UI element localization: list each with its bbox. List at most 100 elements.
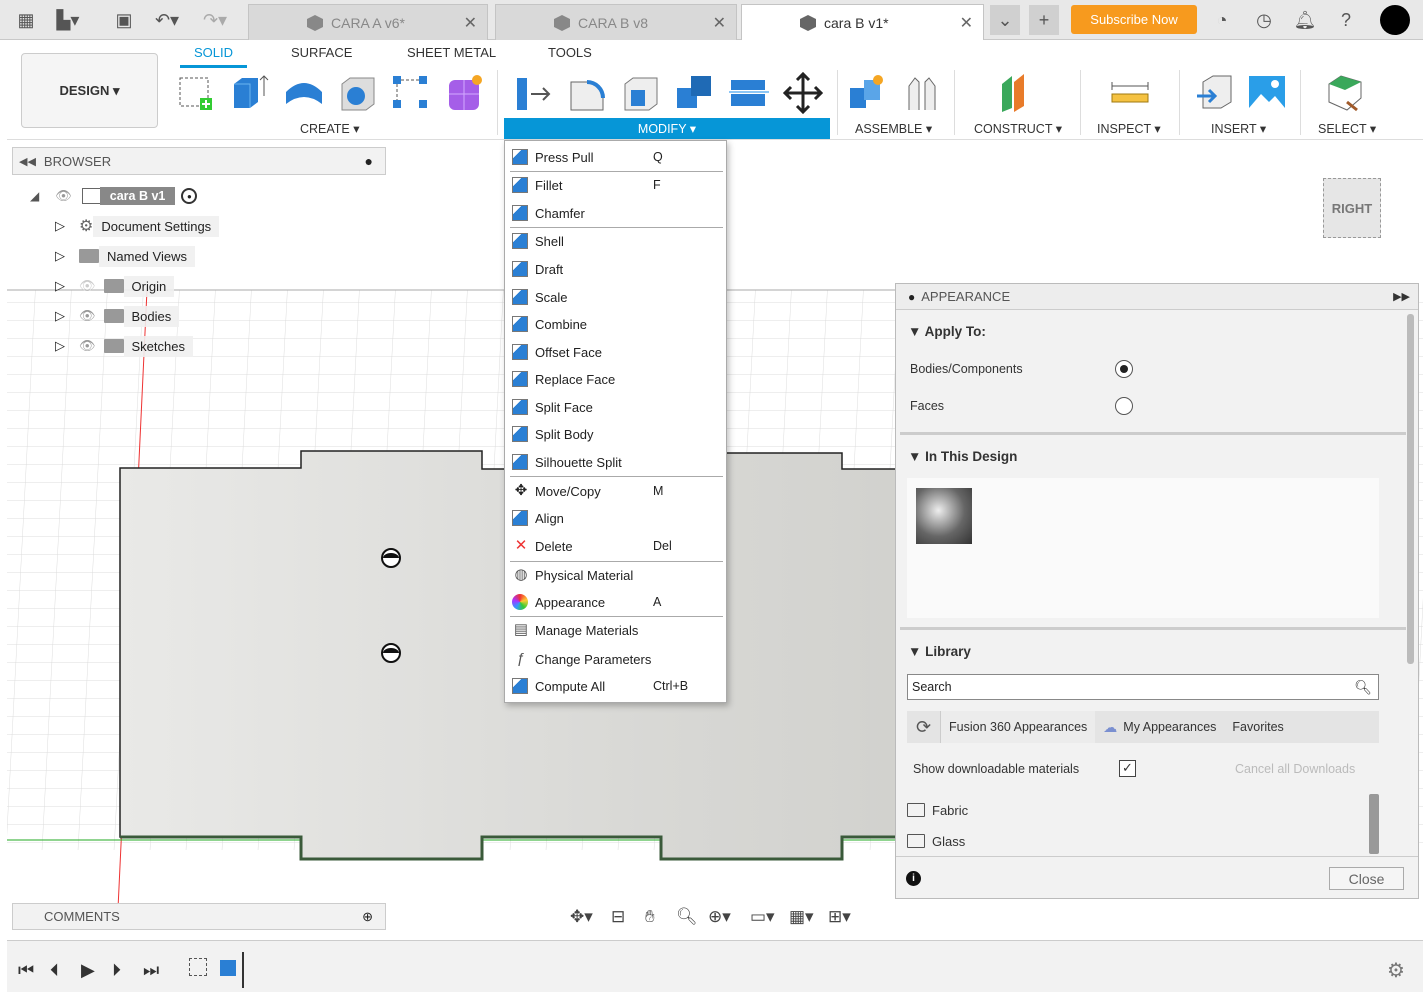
help-icon[interactable]: ? bbox=[1334, 8, 1358, 32]
app-grid-icon[interactable]: ▦ bbox=[14, 8, 38, 32]
menu-item-combine[interactable]: Combine bbox=[505, 311, 726, 337]
expand-triangle-icon[interactable]: ▷ bbox=[55, 248, 65, 264]
library-folder-glass[interactable]: Glass bbox=[932, 834, 965, 849]
viewports-icon[interactable]: ⊞▾ bbox=[828, 907, 851, 927]
press-pull-icon[interactable] bbox=[513, 72, 553, 114]
construct-menu[interactable]: CONSTRUCT ▾ bbox=[974, 121, 1062, 136]
revolve-icon[interactable] bbox=[284, 72, 324, 114]
combine-icon[interactable] bbox=[675, 72, 715, 114]
browser-header[interactable]: ◀◀ BROWSER ● bbox=[12, 147, 386, 175]
pin-icon[interactable]: ● bbox=[365, 153, 373, 169]
tab-fusion-appearances[interactable]: Fusion 360 Appearances bbox=[941, 711, 1096, 743]
panel-scrollbar[interactable] bbox=[1407, 314, 1414, 664]
expand-triangle-icon[interactable]: ▷ bbox=[55, 218, 65, 234]
modify-menu-button[interactable]: MODIFY ▾ bbox=[504, 118, 830, 139]
menu-item-split-face[interactable]: Split Face bbox=[505, 394, 726, 420]
menu-item-appearance[interactable]: Appearance A bbox=[505, 589, 726, 615]
menu-item-silhouette-split[interactable]: Silhouette Split bbox=[505, 449, 726, 475]
browser-item-sketches[interactable]: ▷ 👁︎ Sketches bbox=[55, 334, 193, 358]
browser-root[interactable]: ◢ 👁︎ cara B v1 ● bbox=[30, 184, 198, 208]
cancel-downloads-link[interactable]: Cancel all Downloads bbox=[1235, 762, 1355, 776]
pattern-icon[interactable] bbox=[391, 72, 431, 114]
inspect-menu[interactable]: INSPECT ▾ bbox=[1097, 121, 1161, 136]
info-icon[interactable]: i bbox=[906, 871, 921, 886]
design-workspace-button[interactable]: DESIGN ▾ bbox=[21, 53, 158, 128]
split-body-icon[interactable] bbox=[729, 72, 769, 114]
menu-item-align[interactable]: Align bbox=[505, 505, 726, 531]
library-scrollbar[interactable] bbox=[1369, 794, 1379, 854]
menu-item-shell[interactable]: Shell bbox=[505, 228, 726, 254]
extensions-icon[interactable]: ◔ bbox=[1210, 8, 1234, 32]
undo-icon[interactable]: ↶▾ bbox=[155, 8, 179, 32]
close-button[interactable]: Close bbox=[1329, 867, 1404, 890]
measure-icon[interactable] bbox=[1110, 72, 1150, 114]
menu-item-press-pull[interactable]: Press Pull Q bbox=[505, 144, 726, 170]
visibility-eye-icon[interactable]: 👁︎ bbox=[79, 338, 96, 354]
menu-item-physical-material[interactable]: ◍ Physical Material bbox=[505, 562, 726, 588]
comments-panel[interactable]: COMMENTS ⊕ bbox=[12, 903, 386, 930]
look-at-icon[interactable]: ⊟ bbox=[611, 907, 625, 927]
menu-item-manage-materials[interactable]: ▤ Manage Materials bbox=[505, 617, 726, 643]
tab-solid[interactable]: SOLID bbox=[194, 45, 233, 60]
menu-item-change-parameters[interactable]: ƒ Change Parameters bbox=[505, 646, 726, 672]
apply-to-heading[interactable]: ▼ Apply To: bbox=[908, 324, 986, 339]
bodies-components-radio[interactable] bbox=[1115, 360, 1133, 378]
menu-item-delete[interactable]: ✕ Delete Del bbox=[505, 533, 726, 559]
extrude-icon[interactable] bbox=[230, 72, 270, 114]
timeline-settings-icon[interactable]: ⚙ bbox=[1387, 958, 1405, 983]
hidden-eye-icon[interactable]: 👁︎ bbox=[79, 278, 96, 294]
expand-triangle-icon[interactable]: ▷ bbox=[55, 308, 65, 324]
expand-panel-icon[interactable]: ▶▶ bbox=[1393, 290, 1410, 303]
offset-plane-icon[interactable] bbox=[998, 72, 1038, 114]
visibility-eye-icon[interactable]: 👁︎ bbox=[55, 188, 72, 204]
canvas-image-icon[interactable] bbox=[1247, 72, 1287, 114]
browser-item-bodies[interactable]: ▷ 👁︎ Bodies bbox=[55, 304, 180, 328]
browser-item-document-settings[interactable]: ▷ ⚙ Document Settings bbox=[55, 214, 220, 238]
tab-surface[interactable]: SURFACE bbox=[291, 45, 352, 60]
step-back-icon[interactable]: ⏴︎ bbox=[50, 960, 59, 981]
library-heading[interactable]: ▼ Library bbox=[908, 644, 971, 659]
in-this-design-heading[interactable]: ▼ In This Design bbox=[908, 449, 1017, 464]
doc-tab-cara-b-v8[interactable]: CARA B v8 ✕ bbox=[495, 4, 737, 40]
appearance-header[interactable]: ● APPEARANCE ▶▶ bbox=[896, 284, 1418, 310]
pan-icon[interactable]: ✋︎ bbox=[645, 907, 655, 927]
tab-favorites[interactable]: Favorites bbox=[1232, 720, 1283, 734]
go-to-start-icon[interactable]: ⏮︎ bbox=[18, 960, 34, 981]
play-icon[interactable]: ▶ bbox=[81, 960, 95, 981]
close-tab-icon[interactable]: ✕ bbox=[713, 13, 726, 33]
close-tab-icon[interactable]: ✕ bbox=[464, 13, 477, 33]
collapse-icon[interactable]: ◀◀ bbox=[19, 155, 36, 168]
redo-icon[interactable]: ↷▾ bbox=[203, 8, 227, 32]
library-folder-fabric[interactable]: Fabric bbox=[932, 803, 968, 818]
expand-triangle-icon[interactable]: ▷ bbox=[55, 338, 65, 354]
subscribe-button[interactable]: Subscribe Now bbox=[1071, 5, 1197, 34]
display-settings-icon[interactable]: ▭▾ bbox=[750, 907, 775, 927]
zoom-icon[interactable]: 🔍︎ bbox=[676, 907, 698, 927]
tab-tools[interactable]: TOOLS bbox=[548, 45, 592, 60]
tab-my-appearances[interactable]: My Appearances bbox=[1123, 720, 1216, 734]
visibility-eye-icon[interactable]: 👁︎ bbox=[79, 308, 96, 324]
browser-item-origin[interactable]: ▷ 👁︎ Origin bbox=[55, 274, 175, 298]
menu-item-scale[interactable]: Scale bbox=[505, 284, 726, 310]
assemble-menu[interactable]: ASSEMBLE ▾ bbox=[855, 121, 932, 136]
save-icon[interactable]: ▣ bbox=[112, 8, 136, 32]
notifications-icon[interactable]: 🔔︎ bbox=[1293, 8, 1317, 32]
hole-icon[interactable] bbox=[338, 72, 378, 114]
insert-menu[interactable]: INSERT ▾ bbox=[1211, 121, 1266, 136]
create-sketch-icon[interactable] bbox=[176, 72, 216, 114]
search-icon[interactable]: 🔍︎ bbox=[1354, 679, 1372, 696]
avatar[interactable] bbox=[1380, 5, 1410, 35]
menu-item-move-copy[interactable]: ✥ Move/Copy M bbox=[505, 478, 726, 504]
activate-radio-icon[interactable]: ● bbox=[181, 188, 198, 204]
form-icon[interactable] bbox=[445, 72, 485, 114]
orbit-icon[interactable]: ✥▾ bbox=[570, 907, 593, 927]
timeline-marker[interactable] bbox=[242, 952, 244, 988]
collapse-triangle-icon[interactable]: ◢ bbox=[30, 189, 39, 203]
menu-item-fillet[interactable]: Fillet F bbox=[505, 172, 726, 198]
show-downloadable-checkbox[interactable]: ✓ bbox=[1119, 760, 1136, 777]
select-menu[interactable]: SELECT ▾ bbox=[1318, 121, 1376, 136]
shell-icon[interactable] bbox=[621, 72, 661, 114]
timeline-sketch-icon[interactable] bbox=[189, 958, 207, 976]
expand-triangle-icon[interactable]: ▷ bbox=[55, 278, 65, 294]
go-to-end-icon[interactable]: ⏭︎ bbox=[143, 960, 159, 981]
